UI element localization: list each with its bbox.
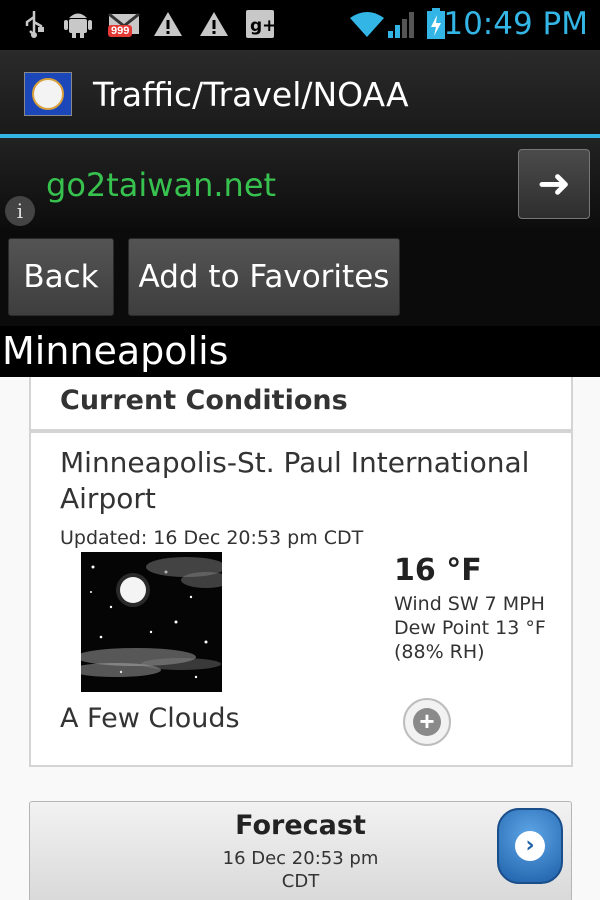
minnesota-flag-icon[interactable] — [24, 72, 72, 116]
svg-text:g+: g+ — [250, 16, 275, 36]
ad-arrow-button[interactable]: ➜ — [518, 149, 590, 219]
clock: 10:49 PM — [443, 6, 588, 42]
night-few-clouds-icon — [81, 552, 222, 692]
plus-icon: + — [413, 708, 441, 736]
current-conditions-header: Current Conditions — [29, 377, 573, 431]
weather-content[interactable]: Current Conditions Minneapolis-St. Paul … — [0, 377, 600, 900]
back-button[interactable]: Back — [8, 238, 114, 316]
app-title: Traffic/Travel/NOAA — [93, 75, 409, 114]
section-title: Current Conditions — [60, 385, 348, 416]
usb-icon — [18, 8, 50, 40]
wind: Wind SW 7 MPH — [394, 593, 545, 615]
android-debug-icon — [62, 8, 94, 40]
warning-icon — [152, 8, 184, 40]
warning-icon — [198, 8, 230, 40]
condition-text: A Few Clouds — [60, 703, 240, 734]
forecast-button[interactable]: Forecast 16 Dec 20:53 pm CDT › — [29, 801, 572, 900]
wifi-icon — [348, 8, 386, 40]
current-conditions-panel: Minneapolis-St. Paul International Airpo… — [29, 431, 573, 767]
city-title: Minneapolis — [2, 329, 229, 373]
signal-icon — [386, 8, 420, 40]
add-to-favorites-button[interactable]: Add to Favorites — [128, 238, 400, 316]
updated-time: Updated: 16 Dec 20:53 pm CDT — [60, 527, 364, 549]
button-row: Back Add to Favorites — [0, 230, 600, 326]
forecast-arrow-button[interactable]: › — [497, 808, 563, 884]
ad-link[interactable]: go2taiwan.net — [46, 166, 276, 204]
mail-count-badge: 999 — [108, 25, 133, 37]
status-bar: 999 g+ 10:49 PM — [0, 0, 600, 50]
ad-banner[interactable]: go2taiwan.net i ➜ — [0, 138, 600, 230]
chevron-right-icon: › — [515, 831, 545, 861]
ad-info-icon[interactable]: i — [5, 196, 35, 226]
dew-point: Dew Point 13 °F — [394, 617, 546, 639]
station-name: Minneapolis-St. Paul International Airpo… — [60, 446, 530, 515]
action-bar: Traffic/Travel/NOAA — [0, 50, 600, 138]
forecast-date: 16 Dec 20:53 pm — [222, 848, 379, 869]
google-plus-icon: g+ — [244, 8, 276, 40]
forecast-zone: CDT — [281, 871, 320, 892]
humidity: (88% RH) — [394, 641, 485, 663]
expand-button[interactable]: + — [403, 698, 451, 746]
temperature: 16 °F — [394, 553, 482, 588]
forecast-title: Forecast — [235, 810, 366, 841]
